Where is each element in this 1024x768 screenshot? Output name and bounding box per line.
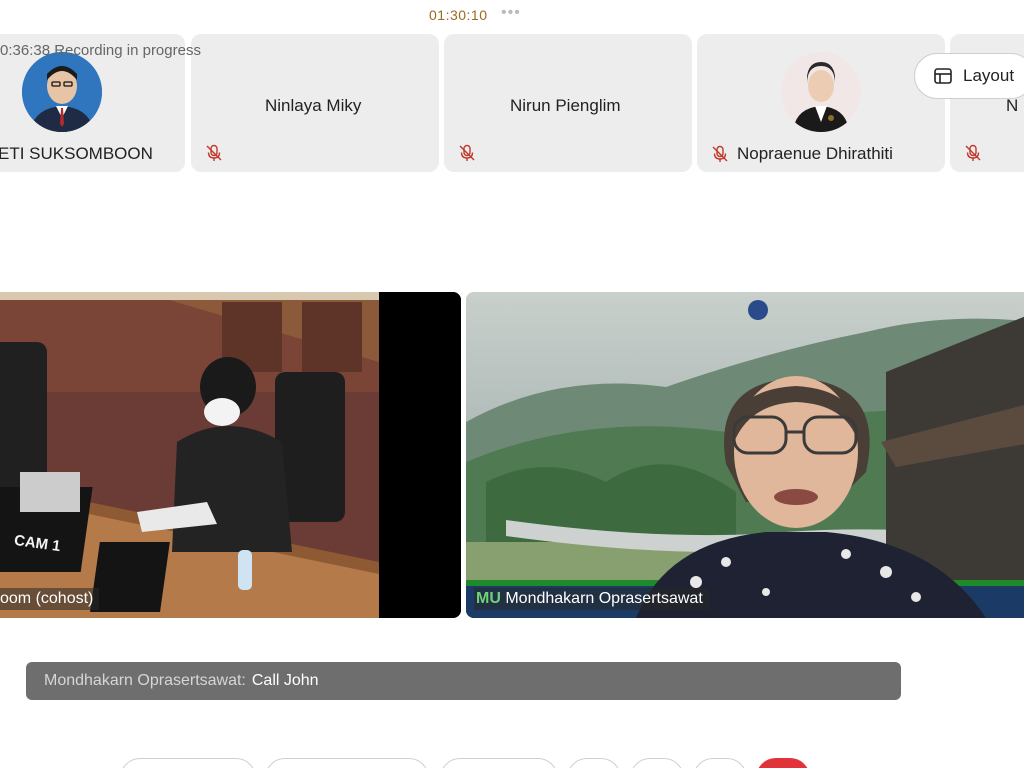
video-participant-label: MU Mondhakarn Oprasertsawat xyxy=(474,588,709,610)
participant-name: Nopraenue Dhirathiti xyxy=(737,144,893,163)
chat-sender: Mondhakarn Oprasertsawat: xyxy=(44,672,246,689)
control-button-video[interactable] xyxy=(265,758,429,768)
avatar xyxy=(781,52,861,132)
chat-notification[interactable]: Mondhakarn Oprasertsawat: Call John xyxy=(26,662,901,700)
participant-name: Ninlaya Miky xyxy=(265,96,362,115)
layout-grid-icon xyxy=(934,68,952,84)
video-participant-name: Mondhakarn Oprasertsawat xyxy=(505,590,703,607)
participant-name: ETI SUKSOMBOON xyxy=(0,144,153,163)
logo-text: MU xyxy=(476,590,501,607)
layout-button-label: Layout xyxy=(963,66,1015,85)
control-button-more[interactable] xyxy=(693,758,747,768)
control-button-participants[interactable] xyxy=(567,758,621,768)
control-button-audio[interactable] xyxy=(120,758,256,768)
video-participant-label: oom (cohost) xyxy=(0,588,100,610)
mic-muted-icon xyxy=(712,145,728,162)
video-feed-speaker[interactable]: MU Mondhakarn Oprasertsawat xyxy=(466,292,1024,618)
end-call-button[interactable] xyxy=(756,758,810,768)
avatar xyxy=(22,52,102,132)
participant-tile[interactable]: Nopraenue Dhirathiti xyxy=(697,34,945,172)
participant-name: Nirun Pienglim xyxy=(510,96,621,115)
control-button-chat[interactable] xyxy=(630,758,684,768)
video-frame xyxy=(466,292,1024,618)
meeting-timer: 01:30:10 xyxy=(429,7,488,23)
mic-muted-icon xyxy=(459,144,475,161)
participant-name: N xyxy=(1006,96,1019,115)
video-frame xyxy=(0,292,461,618)
chat-message: Call John xyxy=(251,672,319,689)
participant-tile[interactable]: Nirun Pienglim xyxy=(444,34,692,172)
layout-button[interactable]: Layout xyxy=(914,53,1024,99)
mic-muted-icon xyxy=(206,144,222,161)
more-options-icon[interactable]: ••• xyxy=(501,4,521,22)
recording-status: 0:36:38 Recording in progress xyxy=(0,42,201,59)
participant-tile[interactable]: Ninlaya Miky xyxy=(191,34,439,172)
control-button-share[interactable] xyxy=(440,758,558,768)
mic-muted-icon xyxy=(965,144,981,161)
video-feed-room[interactable]: CAM 1 oom (cohost) xyxy=(0,292,461,618)
